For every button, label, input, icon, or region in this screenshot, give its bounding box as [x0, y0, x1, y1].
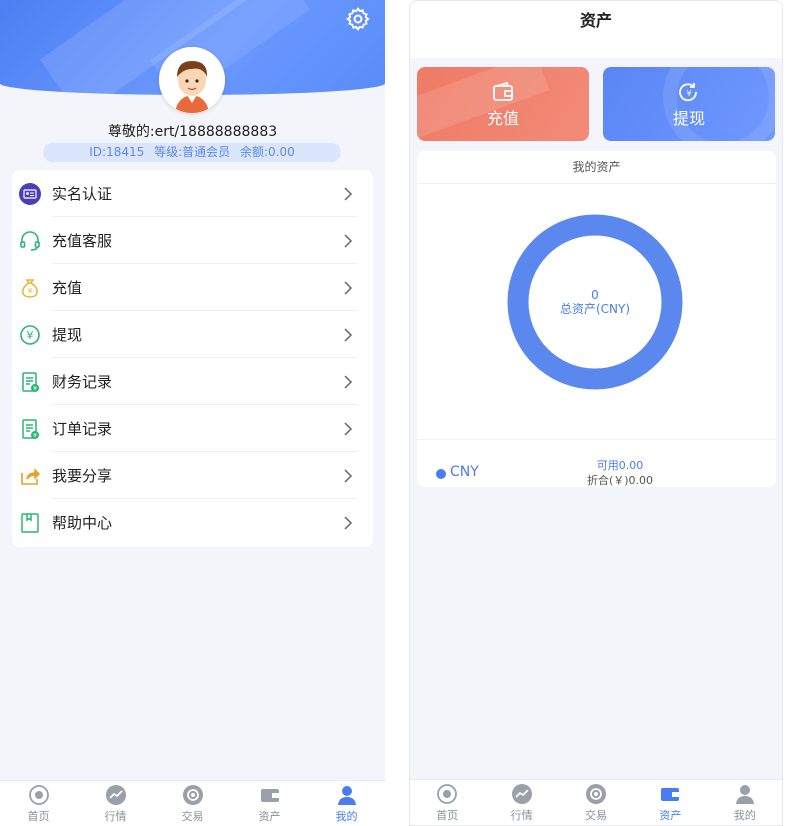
total-value: 0 [591, 288, 599, 302]
currency-name: CNY [450, 464, 479, 480]
wallet-icon [260, 788, 279, 802]
tab-label: 资产 [659, 808, 682, 822]
converted-amount: 折合(￥)0.00 [586, 474, 654, 487]
greeting-text: 尊敬的:ert/18888888883 [107, 124, 278, 140]
menu-item-label: 我要分享 [52, 467, 113, 485]
trend-icon [105, 784, 126, 805]
tab-label: 行情 [510, 808, 533, 822]
wallet-icon [661, 787, 680, 801]
gear-icon[interactable] [345, 6, 371, 32]
tab-label: 交易 [584, 808, 607, 822]
recharge-label: 充值 [486, 109, 519, 128]
profile-screen: 尊敬的:ert/18888888883 ID:18415 等级:普通会员 余额:… [0, 0, 385, 826]
user-icon [735, 784, 754, 804]
menu-item-help-center[interactable]: 帮助中心 [12, 499, 373, 546]
tab-home[interactable]: 首页 [417, 783, 477, 823]
id-card-icon [18, 182, 42, 206]
share-icon [18, 464, 42, 488]
menu-item-label: 订单记录 [52, 420, 113, 438]
svg-text:¥: ¥ [28, 287, 33, 295]
menu-item-label: 帮助中心 [52, 514, 113, 532]
chevron-right-icon [344, 327, 353, 342]
assets-screen: 资产 充值 ¥ 提现 我的资产 0 总资产(CNY) CNY 可用0.00 折合… [409, 0, 783, 826]
tab-mine[interactable]: 我的 [317, 784, 377, 824]
document-yuan-icon: ¥ [18, 417, 42, 441]
chevron-right-icon [344, 374, 353, 389]
menu-item-withdraw[interactable]: ¥ 提现 [12, 311, 373, 358]
menu-item-verification[interactable]: 实名认证 [12, 170, 373, 217]
headset-icon [18, 229, 42, 253]
withdraw-button[interactable]: ¥ 提现 [603, 67, 775, 141]
home-icon [28, 784, 49, 805]
svg-text:¥: ¥ [27, 329, 34, 342]
avatar[interactable] [159, 47, 225, 113]
chevron-right-icon [344, 186, 353, 201]
tab-market[interactable]: 行情 [492, 783, 552, 823]
tab-label: 首页 [436, 808, 459, 822]
trend-icon [511, 783, 532, 804]
menu-item-order-records[interactable]: ¥ 订单记录 [12, 405, 373, 452]
tab-trade[interactable]: 交易 [566, 783, 626, 823]
tab-trade[interactable]: 交易 [163, 784, 223, 824]
currency-row[interactable]: CNY 可用0.00 折合(￥)0.00 [417, 439, 776, 487]
tab-label: 首页 [27, 809, 50, 823]
user-icon [337, 785, 356, 805]
svg-text:¥: ¥ [33, 432, 37, 439]
chevron-right-icon [344, 421, 353, 436]
menu-item-label: 充值 [52, 279, 83, 297]
tab-label: 行情 [104, 809, 127, 823]
menu-item-financial-records[interactable]: ¥ 财务记录 [12, 358, 373, 405]
section-title: 我的资产 [417, 151, 776, 184]
member-level: 等级:普通会员 [154, 145, 231, 159]
tab-market[interactable]: 行情 [86, 784, 146, 824]
trade-icon [585, 783, 606, 804]
menu-item-label: 财务记录 [52, 373, 113, 391]
tab-bar: 首页 行情 交易 资产 我的 [410, 779, 782, 825]
page-title: 资产 [410, 1, 782, 58]
menu-item-recharge-service[interactable]: 充值客服 [12, 217, 373, 264]
chevron-right-icon [344, 280, 353, 295]
currency-dot [436, 469, 446, 479]
tab-mine[interactable]: 我的 [715, 783, 775, 823]
recharge-button[interactable]: 充值 [417, 67, 589, 141]
my-assets-card: 我的资产 0 总资产(CNY) CNY 可用0.00 折合(￥)0.00 [417, 151, 776, 487]
chevron-right-icon [344, 233, 353, 248]
total-label: 总资产(CNY) [559, 302, 631, 316]
menu-item-label: 提现 [52, 326, 83, 344]
available-amount: 可用0.00 [596, 459, 644, 472]
tab-bar: 首页 行情 交易 资产 我的 [0, 780, 385, 826]
tab-assets[interactable]: 资产 [640, 783, 700, 823]
total-asset-ring: 0 总资产(CNY) [507, 214, 683, 390]
menu-item-label: 实名认证 [52, 185, 113, 203]
help-book-icon [18, 511, 42, 535]
money-bag-icon: ¥ [18, 276, 42, 300]
menu-item-recharge[interactable]: ¥ 充值 [12, 264, 373, 311]
menu-item-label: 充值客服 [52, 232, 113, 250]
tab-label: 我的 [335, 809, 358, 823]
tab-label: 我的 [733, 808, 756, 822]
tab-label: 资产 [258, 809, 281, 823]
chevron-right-icon [344, 468, 353, 483]
yuan-coin-icon: ¥ [18, 323, 42, 347]
home-icon [437, 783, 458, 804]
tab-label: 交易 [181, 809, 204, 823]
ring-text: 0 总资产(CNY) [507, 214, 683, 390]
menu-item-share[interactable]: 我要分享 [12, 452, 373, 499]
tab-assets[interactable]: 资产 [240, 784, 300, 824]
user-id: ID:18415 [89, 145, 145, 159]
profile-menu: 实名认证 充值客服 ¥ 充值 ¥ 提现 ¥ 财务记录 ¥ 订单记录 我要分享 帮… [12, 170, 373, 547]
svg-text:¥: ¥ [33, 385, 37, 392]
chevron-right-icon [344, 515, 353, 530]
tab-home[interactable]: 首页 [9, 784, 69, 824]
trade-icon [182, 784, 203, 805]
balance: 余额:0.00 [239, 145, 295, 159]
document-yuan-icon: ¥ [18, 370, 42, 394]
account-info: ID:18415 等级:普通会员 余额:0.00 [43, 143, 341, 162]
